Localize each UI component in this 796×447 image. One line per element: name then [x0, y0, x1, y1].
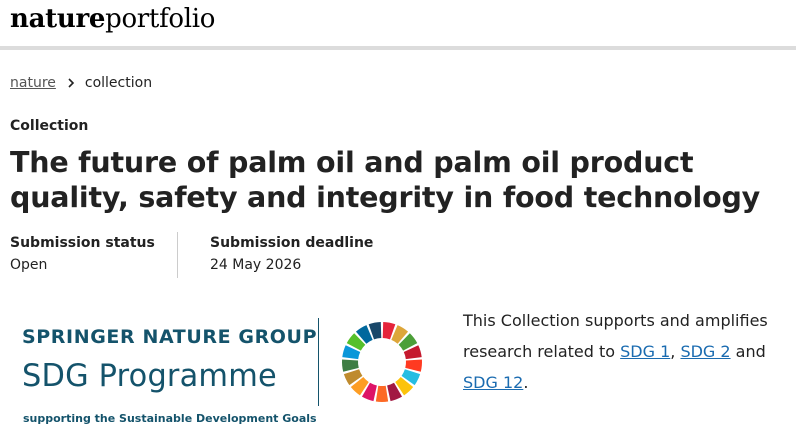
submission-status-label: Submission status [10, 235, 155, 251]
sdg-12-link[interactable]: SDG 12 [463, 373, 523, 392]
support-text-end: . [523, 373, 529, 392]
wordmark-springer: Springer [22, 326, 143, 348]
support-sep-1: , [670, 342, 681, 361]
sdg-programme-title: SDG Programme [22, 358, 277, 394]
springer-nature-group-wordmark: Springer Nature Group [22, 326, 317, 348]
submission-deadline-value: 24 May 2026 [210, 257, 302, 273]
sdg-tagline: supporting the Sustainable Development G… [23, 412, 317, 425]
nature-portfolio-logo[interactable]: natureportfolio [10, 4, 215, 34]
sdg-2-link[interactable]: SDG 2 [680, 342, 730, 361]
chevron-right-icon [66, 77, 76, 89]
sdg-1-link[interactable]: SDG 1 [620, 342, 670, 361]
sdg-programme-logo[interactable]: Springer Nature Group SDG Programme supp… [22, 312, 437, 432]
sdg-wheel-segment [405, 359, 422, 372]
submission-deadline: Submission deadline 24 May 2026 [210, 232, 430, 278]
breadcrumb: nature collection [10, 75, 152, 91]
sdg-support-text: This Collection supports and amplifies r… [463, 305, 783, 398]
logo-primary: nature [10, 4, 106, 34]
wordmark-nature-group: Nature Group [142, 326, 318, 348]
support-sep-2: and [730, 342, 766, 361]
sdg-wheel-segment [342, 359, 359, 372]
breadcrumb-link-nature[interactable]: nature [10, 75, 56, 91]
page-title: The future of palm oil and palm oil prod… [10, 146, 761, 214]
site-header: natureportfolio [0, 0, 796, 50]
submission-deadline-label: Submission deadline [210, 235, 374, 251]
sdg-wheel-segment [375, 385, 389, 402]
logo-divider [318, 318, 319, 406]
submission-status-value: Open [10, 257, 48, 273]
sdg-wheel-icon [342, 322, 422, 402]
submission-status: Submission status Open [10, 232, 178, 278]
collection-eyebrow: Collection [10, 118, 89, 134]
logo-secondary: portfolio [105, 4, 216, 34]
breadcrumb-current: collection [84, 75, 153, 91]
